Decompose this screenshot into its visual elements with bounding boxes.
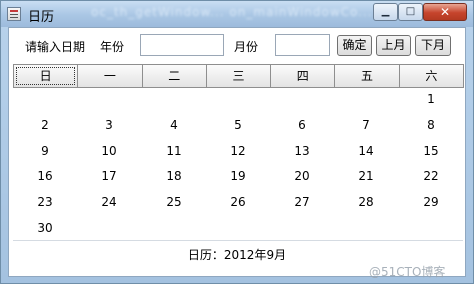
window-title: 日历 <box>28 10 55 25</box>
minimize-button[interactable]: ▁ <box>373 3 398 21</box>
day-cell[interactable]: 23 <box>13 194 77 210</box>
footer-date-label: 日历：2012年9月 <box>187 248 287 262</box>
date-prompt-label: 请输入日期 <box>25 40 86 54</box>
weekday-tue[interactable]: 二 <box>141 64 207 88</box>
day-cell[interactable]: 19 <box>206 168 270 184</box>
day-cell[interactable]: 20 <box>270 168 334 184</box>
next-month-button[interactable]: 下月 <box>415 35 451 56</box>
day-cell[interactable]: 8 <box>399 117 463 133</box>
weekday-sun[interactable]: 日 <box>13 64 79 88</box>
calendar-panel: 请输入日期 年份 月份 确定 上月 下月 日 一 二 三 四 五 六 12345… <box>8 27 466 277</box>
day-cell[interactable]: 26 <box>206 194 270 210</box>
weekday-mon[interactable]: 一 <box>77 64 143 88</box>
day-cell[interactable]: 6 <box>270 117 334 133</box>
maximize-icon: □ <box>405 6 416 17</box>
weekday-fri[interactable]: 五 <box>334 64 400 88</box>
weekday-thu[interactable]: 四 <box>270 64 336 88</box>
day-cell[interactable]: 4 <box>142 117 206 133</box>
day-cell[interactable]: 2 <box>13 117 77 133</box>
close-icon: ✕ <box>439 5 451 19</box>
day-cell[interactable]: 17 <box>77 168 141 184</box>
watermark-text: @51CTO博客 <box>369 265 446 279</box>
weekday-wed[interactable]: 三 <box>205 64 272 88</box>
day-cell[interactable]: 11 <box>142 143 206 159</box>
month-input[interactable] <box>275 34 330 56</box>
day-cell[interactable]: 27 <box>270 194 334 210</box>
day-cell[interactable]: 5 <box>206 117 270 133</box>
prev-month-button[interactable]: 上月 <box>376 35 411 56</box>
day-cell[interactable]: 25 <box>142 194 206 210</box>
day-cell[interactable]: 22 <box>399 168 463 184</box>
calendar-app-icon <box>7 7 21 21</box>
year-label: 年份 <box>100 40 125 54</box>
month-label: 月份 <box>234 40 259 54</box>
day-cell[interactable]: 12 <box>206 143 270 159</box>
day-cell[interactable]: 30 <box>13 220 77 236</box>
maximize-button[interactable]: □ <box>398 3 423 21</box>
blurred-title-text: oc_th_getWindow... on_mainWindowCo... <box>91 5 373 19</box>
title-bar[interactable]: 日历 oc_th_getWindow... on_mainWindowCo...… <box>1 1 473 27</box>
day-cell[interactable]: 7 <box>334 117 398 133</box>
close-button[interactable]: ✕ <box>423 3 467 21</box>
day-cell[interactable]: 13 <box>270 143 334 159</box>
calendar-window: 日历 oc_th_getWindow... on_mainWindowCo...… <box>0 0 474 284</box>
day-cell[interactable]: 3 <box>77 117 141 133</box>
day-cell[interactable]: 29 <box>399 194 463 210</box>
day-cell[interactable]: 16 <box>13 168 77 184</box>
year-input[interactable] <box>140 34 224 56</box>
day-cell[interactable]: 9 <box>13 143 77 159</box>
day-cell[interactable]: 15 <box>399 143 463 159</box>
confirm-button[interactable]: 确定 <box>337 35 372 56</box>
day-cell[interactable]: 1 <box>399 91 463 107</box>
weekday-header: 日 一 二 三 四 五 六 <box>13 64 464 88</box>
footer-divider <box>13 240 463 241</box>
day-cell[interactable]: 10 <box>77 143 141 159</box>
day-cell[interactable]: 24 <box>77 194 141 210</box>
weekday-sat[interactable]: 六 <box>398 64 464 88</box>
minimize-icon: ▁ <box>381 6 390 17</box>
day-cell[interactable]: 28 <box>334 194 398 210</box>
day-cell[interactable]: 18 <box>142 168 206 184</box>
day-cell[interactable]: 14 <box>334 143 398 159</box>
day-cell[interactable]: 21 <box>334 168 398 184</box>
